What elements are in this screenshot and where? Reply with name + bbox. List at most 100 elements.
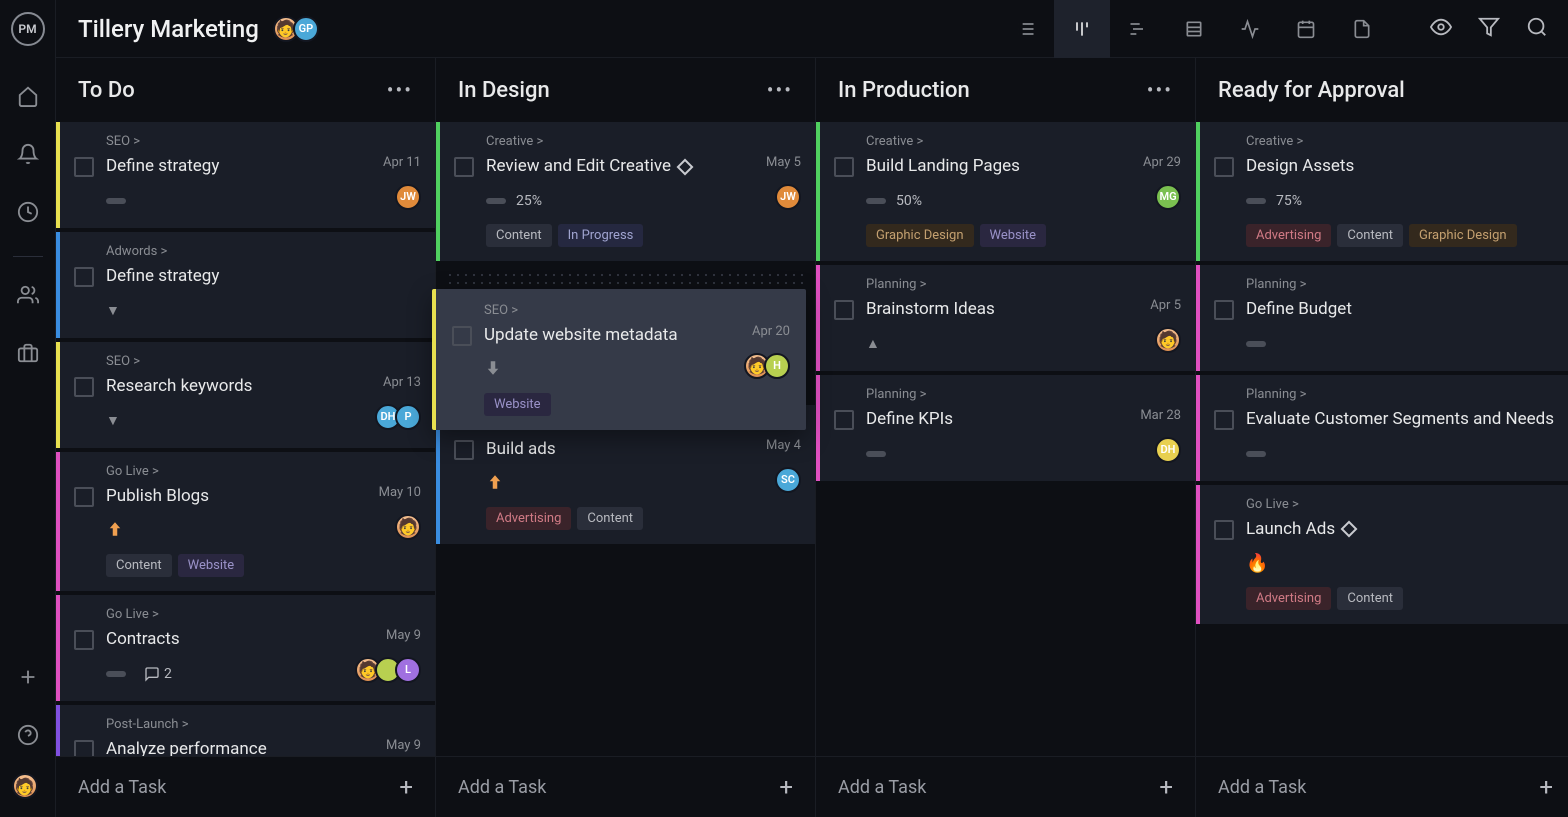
home-icon[interactable]	[8, 76, 48, 116]
task-checkbox[interactable]	[1214, 520, 1234, 540]
card-assignees[interactable]: 🧑L	[355, 657, 421, 683]
milestone-icon	[676, 158, 693, 175]
task-card[interactable]: SEO >Research keywordsApr 13▼DHP	[56, 342, 435, 448]
task-card[interactable]: Creative >Build Landing PagesApr 2950%MG…	[816, 122, 1195, 261]
tag[interactable]: Advertising	[1246, 587, 1331, 610]
tag[interactable]: Website	[178, 554, 245, 577]
avatar[interactable]: GP	[293, 16, 319, 42]
task-checkbox[interactable]	[74, 157, 94, 177]
progress-indicator	[106, 198, 126, 204]
task-card[interactable]: Creative >Design Assets75%AdvertisingCon…	[1196, 122, 1568, 261]
avatar[interactable]: L	[395, 657, 421, 683]
task-card[interactable]: Planning >Brainstorm IdeasApr 5▲🧑	[816, 265, 1195, 371]
gantt-view-tab[interactable]	[1110, 0, 1166, 58]
task-card[interactable]: Post-Launch >Analyze performanceMay 9	[56, 705, 435, 756]
calendar-view-tab[interactable]	[1278, 0, 1334, 58]
add-task-button[interactable]: Add a Task+	[56, 756, 435, 817]
card-assignees[interactable]: DHP	[375, 404, 421, 430]
avatar[interactable]: P	[395, 404, 421, 430]
card-assignees[interactable]: MG	[1155, 184, 1181, 210]
card-assignees[interactable]: 🧑H	[744, 353, 790, 379]
tag[interactable]: Website	[980, 224, 1047, 247]
notifications-icon[interactable]	[8, 134, 48, 174]
avatar[interactable]: 🧑	[1155, 327, 1181, 353]
task-checkbox[interactable]	[1214, 157, 1234, 177]
avatar[interactable]: SC	[775, 467, 801, 493]
task-card[interactable]: Planning >Define Budget	[1196, 265, 1568, 371]
search-icon[interactable]	[1526, 16, 1548, 42]
tag[interactable]: Content	[106, 554, 172, 577]
task-checkbox[interactable]	[74, 740, 94, 756]
column-menu-icon[interactable]: •••	[767, 78, 793, 102]
people-icon[interactable]	[8, 275, 48, 315]
task-card[interactable]: Go Live >ContractsMay 92🧑L	[56, 595, 435, 701]
task-checkbox[interactable]	[454, 157, 474, 177]
column-menu-icon[interactable]: •••	[1147, 78, 1173, 102]
task-checkbox[interactable]	[1214, 300, 1234, 320]
card-tags: Graphic Design Website	[866, 224, 1181, 247]
topbar-actions	[1430, 16, 1548, 42]
task-checkbox[interactable]	[452, 326, 472, 346]
task-checkbox[interactable]	[74, 487, 94, 507]
recent-icon[interactable]	[8, 192, 48, 232]
avatar[interactable]: H	[764, 353, 790, 379]
board-view-tab[interactable]	[1054, 0, 1110, 58]
task-checkbox[interactable]	[834, 157, 854, 177]
task-checkbox[interactable]	[74, 377, 94, 397]
tag[interactable]: Graphic Design	[1409, 224, 1517, 247]
project-members[interactable]: 🧑 GP	[273, 16, 319, 42]
help-icon[interactable]	[8, 715, 48, 755]
task-checkbox[interactable]	[834, 300, 854, 320]
tag[interactable]: Advertising	[486, 507, 571, 530]
files-view-tab[interactable]	[1334, 0, 1390, 58]
add-icon[interactable]	[8, 657, 48, 697]
task-checkbox[interactable]	[74, 267, 94, 287]
add-task-button[interactable]: Add a Task+	[816, 756, 1195, 817]
task-card[interactable]: Creative >Review and Edit CreativeMay 52…	[436, 122, 815, 261]
briefcase-icon[interactable]	[8, 333, 48, 373]
card-title: Contracts	[106, 628, 378, 651]
tag[interactable]: In Progress	[558, 224, 644, 247]
app-logo[interactable]: PM	[11, 12, 45, 46]
task-card[interactable]: Planning >Define KPIsMar 28DH	[816, 375, 1195, 481]
tag[interactable]: Content	[577, 507, 643, 530]
comments-count[interactable]: 2	[144, 666, 172, 682]
card-assignees[interactable]: JW	[775, 184, 801, 210]
task-card[interactable]: Go Live >Launch Ads🔥AdvertisingContent	[1196, 485, 1568, 624]
task-card[interactable]: Adwords >Define strategy▼	[56, 232, 435, 338]
card-assignees[interactable]: 🧑	[1155, 327, 1181, 353]
avatar[interactable]: DH	[1155, 437, 1181, 463]
tag[interactable]: Advertising	[1246, 224, 1331, 247]
list-view-tab[interactable]	[998, 0, 1054, 58]
tag[interactable]: Graphic Design	[866, 224, 974, 247]
task-card[interactable]: Planning >Evaluate Customer Segments and…	[1196, 375, 1568, 481]
activity-view-tab[interactable]	[1222, 0, 1278, 58]
tag[interactable]: Content	[1337, 587, 1403, 610]
card-assignees[interactable]: 🧑	[395, 514, 421, 540]
column-body: Creative >Design Assets75%AdvertisingCon…	[1196, 122, 1568, 756]
add-task-button[interactable]: Add a Task+	[436, 756, 815, 817]
avatar[interactable]: MG	[1155, 184, 1181, 210]
avatar[interactable]: 🧑	[395, 514, 421, 540]
task-checkbox[interactable]	[74, 630, 94, 650]
tag[interactable]: Content	[1337, 224, 1403, 247]
user-avatar[interactable]: 🧑	[12, 773, 38, 799]
task-card[interactable]: Go Live >Publish BlogsMay 10🧑ContentWebs…	[56, 452, 435, 591]
task-checkbox[interactable]	[1214, 410, 1234, 430]
sheet-view-tab[interactable]	[1166, 0, 1222, 58]
card-assignees[interactable]: DH	[1155, 437, 1181, 463]
filter-icon[interactable]	[1478, 16, 1500, 42]
task-card[interactable]: SEO >Define strategyApr 11JW	[56, 122, 435, 228]
card-assignees[interactable]: SC	[775, 467, 801, 493]
column-menu-icon[interactable]: •••	[387, 78, 413, 102]
avatar[interactable]: JW	[395, 184, 421, 210]
task-checkbox[interactable]	[454, 440, 474, 460]
avatar[interactable]: JW	[775, 184, 801, 210]
tag[interactable]: Content	[486, 224, 552, 247]
tag[interactable]: Website	[484, 393, 551, 416]
add-task-button[interactable]: Add a Task+	[1196, 756, 1568, 817]
card-assignees[interactable]: JW	[395, 184, 421, 210]
task-checkbox[interactable]	[834, 410, 854, 430]
watch-icon[interactable]	[1430, 16, 1452, 42]
dragging-card[interactable]: SEO >Update website metadataApr 20🧑HWebs…	[432, 289, 806, 430]
